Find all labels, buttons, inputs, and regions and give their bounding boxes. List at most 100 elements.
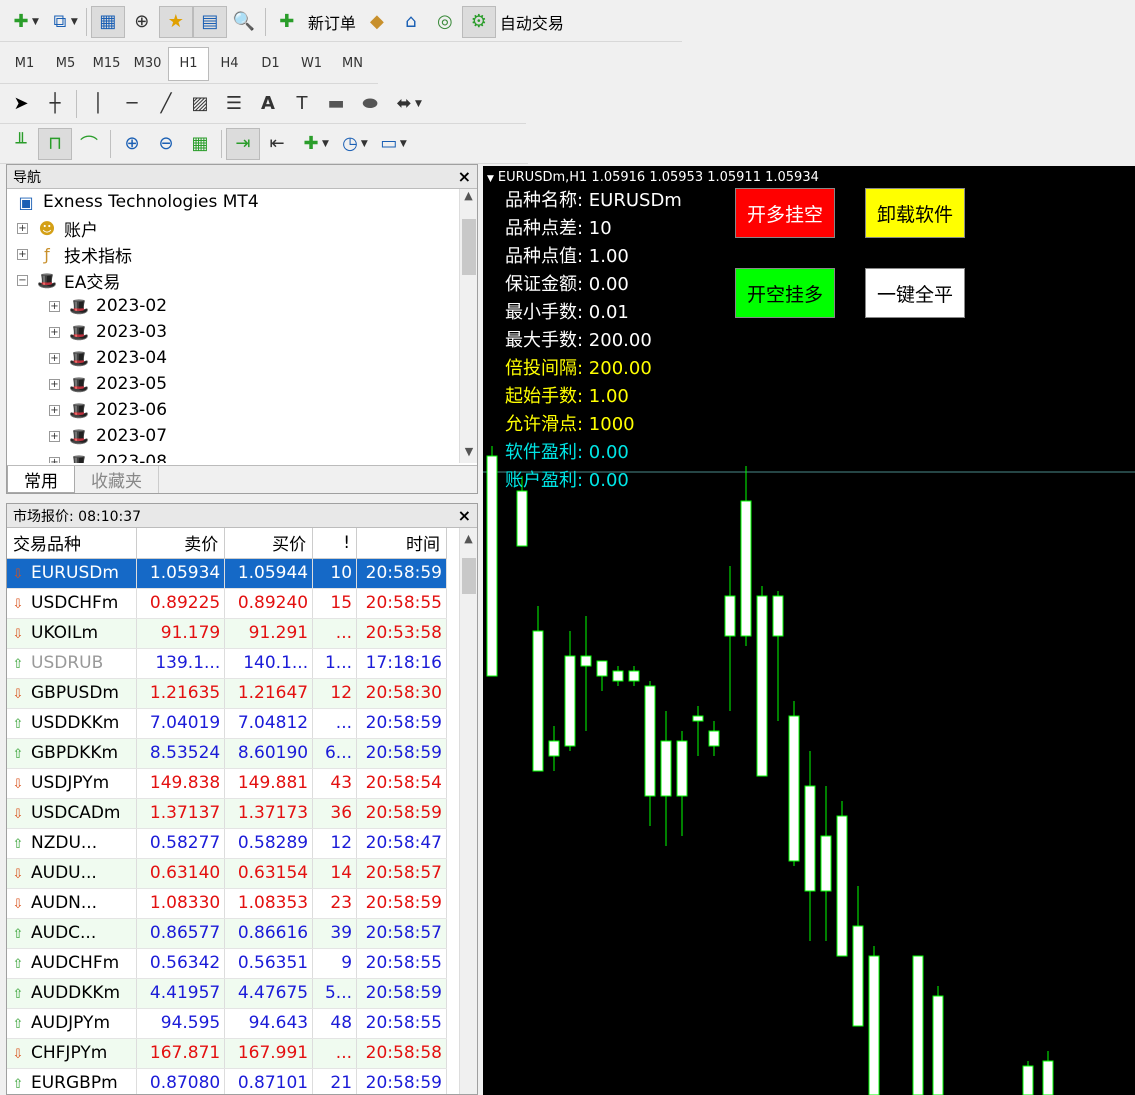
col-time[interactable]: 时间 bbox=[356, 528, 447, 559]
chevron-down-icon[interactable]: ▼ bbox=[361, 139, 368, 149]
navigator-window-icon[interactable]: ▤ bbox=[192, 5, 227, 38]
table-row[interactable]: ⇧ USDRUB 139.1... 140.1... 1... 17:18:16 bbox=[7, 648, 447, 679]
table-row[interactable]: ⇧ USDDKKm 7.04019 7.04812... 20:58:59 bbox=[7, 708, 447, 739]
table-row[interactable]: ⇩ CHFJPYm 167.871 167.991... 20:58:58 bbox=[7, 1038, 447, 1069]
price-chart[interactable]: ▼ EURUSDm,H1 1.05916 1.05953 1.05911 1.05… bbox=[483, 166, 1135, 1095]
symbol-cell[interactable]: ⇧ AUDCHFm bbox=[7, 948, 138, 979]
scroll-thumb[interactable] bbox=[462, 219, 476, 275]
timeframe-mn-button[interactable]: MN bbox=[332, 47, 373, 81]
rectangle-icon[interactable]: ▬ bbox=[319, 88, 353, 120]
timeframe-m15-button[interactable]: M15 bbox=[86, 47, 127, 81]
cursor-arrow-icon[interactable]: ➤ bbox=[4, 88, 38, 120]
chevron-down-icon[interactable]: ▼ bbox=[71, 17, 78, 27]
tree-item[interactable]: + 🎩 2023-08 bbox=[7, 449, 459, 463]
crosshair-target-icon[interactable]: ⊕ bbox=[125, 6, 159, 38]
table-row[interactable]: ⇧ GBPDKKm 8.53524 8.60190 6... 20:58:59 bbox=[7, 738, 447, 769]
symbol-cell[interactable]: ⇩ EURUSDm bbox=[7, 558, 138, 589]
expand-toggle-icon[interactable]: + bbox=[49, 300, 60, 312]
trend-line-icon[interactable]: ╱ bbox=[149, 88, 183, 120]
table-row[interactable]: ⇩ UKOILm 91.179 91.291... 20:53:58 bbox=[7, 618, 447, 649]
scroll-up-icon[interactable]: ▲ bbox=[460, 189, 477, 207]
ellipse-icon[interactable]: ⬬ bbox=[353, 88, 387, 120]
navigator-scrollbar[interactable]: ▲ ▼ bbox=[459, 189, 477, 463]
tab-favorites[interactable]: 收藏夹 bbox=[75, 466, 159, 493]
table-row[interactable]: ⇧ AUDJPYm 94.595 94.643 48 20:58:55 bbox=[7, 1008, 447, 1039]
scroll-thumb[interactable] bbox=[462, 558, 476, 594]
timeframe-d1-button[interactable]: D1 bbox=[250, 47, 291, 81]
bar-chart-icon[interactable]: ╨ bbox=[4, 128, 38, 160]
expand-toggle-icon[interactable]: + bbox=[49, 326, 60, 338]
timeframe-m1-button[interactable]: M1 bbox=[4, 47, 45, 81]
tree-root[interactable]: ▣ Exness Technologies MT4 bbox=[7, 189, 459, 215]
col-bid[interactable]: 卖价 bbox=[136, 528, 226, 559]
close-icon[interactable]: × bbox=[458, 506, 471, 525]
metaeditor-icon[interactable]: ◆ bbox=[360, 6, 394, 38]
new-order-icon[interactable]: ✚ bbox=[270, 6, 304, 38]
chart-menu-icon[interactable]: ▼ bbox=[487, 174, 494, 184]
scroll-up-icon[interactable]: ▲ bbox=[460, 528, 477, 550]
vertical-line-icon[interactable]: │ bbox=[81, 88, 115, 120]
expand-toggle-icon[interactable]: + bbox=[17, 222, 28, 234]
symbol-cell[interactable]: ⇧ GBPDKKm bbox=[7, 738, 138, 769]
symbol-cell[interactable]: ⇧ NZDU... bbox=[7, 828, 138, 859]
market-watch-scrollbar[interactable]: ▲ bbox=[459, 528, 477, 1094]
table-row[interactable]: ⇧ NZDU... 0.58277 0.58289 12 20:58:47 bbox=[7, 828, 447, 859]
chevron-down-icon[interactable]: ▼ bbox=[322, 139, 329, 149]
open-short-pending-long-button[interactable]: 开空挂多 bbox=[735, 268, 835, 318]
table-row[interactable]: ⇧ AUDC... 0.86577 0.86616 39 20:58:57 bbox=[7, 918, 447, 949]
table-row[interactable]: ⇩ USDCADm 1.37137 1.37173 36 20:58:59 bbox=[7, 798, 447, 829]
favorites-star-icon[interactable]: ★ bbox=[158, 5, 193, 38]
horizontal-line-icon[interactable]: ─ bbox=[115, 88, 149, 120]
new-order-button[interactable]: 新订单 bbox=[304, 6, 360, 38]
zoom-in-icon[interactable]: ⊕ bbox=[115, 128, 149, 160]
symbol-cell[interactable]: ⇧ AUDDKKm bbox=[7, 978, 138, 1009]
tile-windows-icon[interactable]: ▦ bbox=[183, 128, 217, 160]
symbol-cell[interactable]: ⇧ EURGBPm bbox=[7, 1068, 138, 1094]
table-row[interactable]: ⇧ AUDDKKm 4.41957 4.47675 5... 20:58:59 bbox=[7, 978, 447, 1009]
tree-item[interactable]: + 🎩 2023-03 bbox=[7, 319, 459, 345]
fibonacci-icon[interactable]: ☰ bbox=[217, 88, 251, 120]
auto-trading-button[interactable]: 自动交易 bbox=[496, 6, 568, 38]
tree-item[interactable]: + 🎩 2023-05 bbox=[7, 371, 459, 397]
timeframe-m5-button[interactable]: M5 bbox=[45, 47, 86, 81]
symbol-cell[interactable]: ⇧ AUDC... bbox=[7, 918, 138, 949]
chevron-down-icon[interactable]: ▼ bbox=[415, 99, 422, 109]
chart-shift-icon[interactable]: ⇤ bbox=[260, 128, 294, 160]
signals-icon[interactable]: ◎ bbox=[428, 6, 462, 38]
symbol-cell[interactable]: ⇩ USDCHFm bbox=[7, 588, 138, 619]
zoom-out-icon[interactable]: ⊖ bbox=[149, 128, 183, 160]
candlestick-icon[interactable]: ⊓ bbox=[38, 127, 72, 160]
expand-toggle-icon[interactable]: + bbox=[49, 352, 60, 364]
symbol-cell[interactable]: ⇩ UKOILm bbox=[7, 618, 138, 649]
table-row[interactable]: ⇩ AUDN... 1.08330 1.08353 23 20:58:59 bbox=[7, 888, 447, 919]
unload-ea-button[interactable]: 卸载软件 bbox=[865, 188, 965, 238]
timeframe-h1-button[interactable]: H1 bbox=[168, 46, 209, 81]
text-icon[interactable]: A bbox=[251, 88, 285, 120]
table-row[interactable]: ⇧ EURGBPm 0.87080 0.87101 21 20:58:59 bbox=[7, 1068, 447, 1094]
tree-folder[interactable]: + ƒ 技术指标 bbox=[7, 241, 459, 267]
chevron-down-icon[interactable]: ▼ bbox=[32, 17, 39, 27]
expand-toggle-icon[interactable]: + bbox=[17, 248, 28, 260]
auto-trading-icon[interactable]: ⚙ bbox=[461, 5, 496, 38]
terminal-window-icon[interactable]: ⌂ bbox=[394, 6, 428, 38]
expand-toggle-icon[interactable]: + bbox=[49, 456, 60, 463]
symbol-cell[interactable]: ⇩ GBPUSDm bbox=[7, 678, 138, 709]
table-row[interactable]: ⇩ AUDU... 0.63140 0.63154 14 20:58:57 bbox=[7, 858, 447, 889]
equidistant-channel-icon[interactable]: ▨ bbox=[183, 88, 217, 120]
timeframe-w1-button[interactable]: W1 bbox=[291, 47, 332, 81]
market-watch-icon[interactable]: ▦ bbox=[90, 5, 125, 38]
symbol-cell[interactable]: ⇩ USDCADm bbox=[7, 798, 138, 829]
symbol-cell[interactable]: ⇩ AUDU... bbox=[7, 858, 138, 889]
table-row[interactable]: ⇩ USDCHFm 0.89225 0.89240 15 20:58:55 bbox=[7, 588, 447, 619]
col-spread[interactable]: ! bbox=[312, 528, 358, 559]
auto-scroll-icon[interactable]: ⇥ bbox=[226, 127, 260, 160]
timeframe-h4-button[interactable]: H4 bbox=[209, 47, 250, 81]
tree-folder[interactable]: + ☻ 账户 bbox=[7, 215, 459, 241]
col-symbol[interactable]: 交易品种 bbox=[7, 528, 138, 559]
tab-common[interactable]: 常用 bbox=[7, 466, 75, 493]
table-row[interactable]: ⇩ EURUSDm 1.05934 1.05944 10 20:58:59 bbox=[7, 558, 447, 589]
table-row[interactable]: ⇩ USDJPYm 149.838 149.881 43 20:58:54 bbox=[7, 768, 447, 799]
table-row[interactable]: ⇧ AUDCHFm 0.56342 0.56351 9 20:58:55 bbox=[7, 948, 447, 979]
tree-item[interactable]: + 🎩 2023-04 bbox=[7, 345, 459, 371]
tree-item[interactable]: + 🎩 2023-06 bbox=[7, 397, 459, 423]
